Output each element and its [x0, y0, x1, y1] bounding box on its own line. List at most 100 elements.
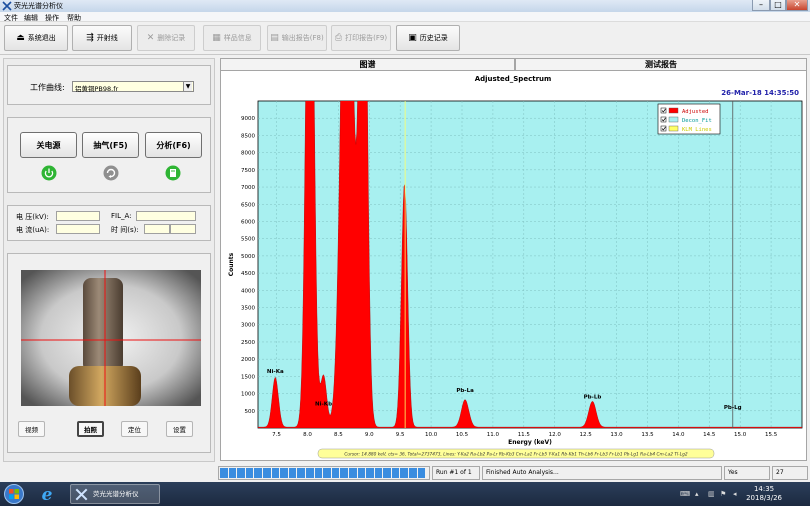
- x-tick-label: 12.0: [549, 432, 562, 438]
- history-button[interactable]: ▣ 历史记录: [396, 25, 460, 51]
- cursor-info: Cursor: 14.880 keV, cts= 36, Total=27374…: [344, 452, 687, 458]
- peak-label: Pb-La: [456, 388, 474, 394]
- tab-report[interactable]: 测试报告: [515, 58, 807, 70]
- delete-record-button[interactable]: ✕ 删除记录: [137, 25, 195, 51]
- progress-block: [409, 468, 417, 478]
- time-total-field[interactable]: [170, 224, 196, 234]
- y-axis-label: Counts: [228, 252, 235, 276]
- x-tick-label: 11.5: [518, 432, 531, 438]
- status-count: 27: [772, 466, 808, 480]
- x-tick-label: 9.5: [396, 432, 405, 438]
- camera-view: [21, 270, 201, 406]
- x-tick-label: 7.5: [272, 432, 281, 438]
- status-yes: Yes: [724, 466, 770, 480]
- taskbar-app[interactable]: 荧光光谱分析仪: [70, 484, 160, 504]
- progress-block: [374, 468, 383, 478]
- photo-button[interactable]: 拍照: [77, 421, 104, 437]
- settings-button[interactable]: 设置: [166, 421, 193, 437]
- peak-label: Ni-Ka: [267, 369, 284, 375]
- y-tick-label: 6000: [241, 219, 255, 225]
- progress-block: [400, 468, 409, 478]
- progress-block: [254, 468, 262, 478]
- progress-block: [314, 468, 323, 478]
- x-tick-label: 15.0: [734, 432, 747, 438]
- locate-button[interactable]: 定位: [121, 421, 148, 437]
- progress-block: [288, 468, 297, 478]
- x-tick-label: 8.5: [334, 432, 343, 438]
- curve-value: 铝黄铜PB98.fr: [75, 85, 119, 93]
- x-tick-label: 10.5: [456, 432, 469, 438]
- legend-entry: KLM Lines: [682, 127, 712, 133]
- flag-icon[interactable]: ⚑: [720, 490, 726, 498]
- minimize-button[interactable]: –: [752, 0, 770, 11]
- export-report-button[interactable]: ▤ 输出报告(F8): [267, 25, 327, 51]
- fil-field[interactable]: [136, 211, 196, 221]
- pump-status-icon: [103, 165, 119, 181]
- progress-block: [297, 468, 305, 478]
- peak-label: Ni-Kb: [315, 402, 332, 408]
- x-tick-label: 10.0: [425, 432, 438, 438]
- x-axis-label: Energy (keV): [508, 439, 552, 446]
- print-report-button[interactable]: ⎙ 打印报告(F9): [331, 25, 391, 51]
- legend-entry: Decon_Fit: [682, 118, 712, 124]
- analyze-button[interactable]: 分析(F6): [145, 132, 202, 158]
- progress-block: [383, 468, 391, 478]
- x-tick-label: 14.5: [703, 432, 716, 438]
- progress-block: [305, 468, 314, 478]
- toolbar: ⏏ 系统退出 ⇶ 开射线 ✕ 删除记录 ▦ 样品信息 ▤ 输出报告(F8) ⎙ 打印报告(F…: [0, 22, 810, 55]
- pump-button[interactable]: 抽气(F5): [82, 132, 139, 158]
- progress-block: [271, 468, 280, 478]
- video-button[interactable]: 视频: [18, 421, 45, 437]
- curve-select[interactable]: 铝黄铜PB98.fr ▼: [72, 81, 194, 93]
- app-icon: [2, 1, 12, 11]
- time-elapsed-field[interactable]: [144, 224, 170, 234]
- time-label: 时 间(s):: [111, 226, 139, 234]
- progress-block: [237, 468, 245, 478]
- volume-icon[interactable]: ◂: [733, 490, 737, 498]
- chevron-down-icon[interactable]: ▼: [183, 82, 192, 91]
- power-off-button[interactable]: 关电源: [20, 132, 77, 158]
- legend-swatch: [668, 125, 679, 132]
- sample-info-button[interactable]: ▦ 样品信息: [203, 25, 261, 51]
- control-panel: 工作曲线: 铝黄铜PB98.fr ▼ 关电源 抽气(F5) 分析(F6) 电 压…: [3, 58, 215, 462]
- y-tick-label: 9000: [241, 116, 255, 122]
- tab-spectrum[interactable]: 图谱: [220, 58, 515, 70]
- maximize-button[interactable]: □: [770, 0, 786, 11]
- power-status-icon: [41, 165, 57, 181]
- y-tick-label: 7500: [241, 168, 255, 174]
- export-icon: ▤: [270, 33, 279, 43]
- legend-swatch: [668, 107, 679, 114]
- y-tick-label: 3000: [241, 323, 255, 329]
- legend-swatch: [668, 116, 679, 123]
- chart-timestamp: 26-Mar-18 14:35:50: [721, 89, 799, 97]
- y-tick-label: 3500: [241, 306, 255, 312]
- title-bar: 荧光光谱分析仪 – □ ✕: [0, 0, 810, 12]
- progress-block: [391, 468, 400, 478]
- network-icon[interactable]: ▥: [708, 490, 715, 498]
- keyboard-icon[interactable]: ⌨: [680, 490, 690, 498]
- tray-arrow-icon[interactable]: ▴: [695, 490, 699, 498]
- run-status: Run #1 of 1: [432, 466, 480, 480]
- progress-blocks: [220, 468, 428, 478]
- x-tick-label: 12.5: [580, 432, 593, 438]
- operation-panel: 关电源 抽气(F5) 分析(F6): [7, 117, 211, 193]
- x-tick-label: 11.0: [487, 432, 500, 438]
- x-tick-label: 8.0: [303, 432, 312, 438]
- xray-on-button[interactable]: ⇶ 开射线: [72, 25, 132, 51]
- voltage-field[interactable]: [56, 211, 100, 221]
- status-message: Finished Auto Analysis...: [482, 466, 722, 480]
- parameter-panel: 电 压(kV): 电 流(uA): FIL_A: 时 间(s):: [7, 205, 211, 241]
- start-icon[interactable]: [4, 484, 24, 504]
- voltage-label: 电 压(kV):: [16, 213, 49, 221]
- curve-panel: 工作曲线: 铝黄铜PB98.fr ▼: [7, 65, 211, 105]
- progress-block: [228, 468, 237, 478]
- close-button[interactable]: ✕: [786, 0, 808, 11]
- status-bar: Run #1 of 1 Finished Auto Analysis... Ye…: [218, 466, 808, 480]
- browser-icon[interactable]: e: [38, 485, 56, 503]
- y-tick-label: 2000: [241, 357, 255, 363]
- analyze-status-icon: [165, 165, 181, 181]
- progress-block: [331, 468, 340, 478]
- system-exit-button[interactable]: ⏏ 系统退出: [4, 25, 68, 51]
- current-field[interactable]: [56, 224, 100, 234]
- x-tick-label: 15.5: [765, 432, 778, 438]
